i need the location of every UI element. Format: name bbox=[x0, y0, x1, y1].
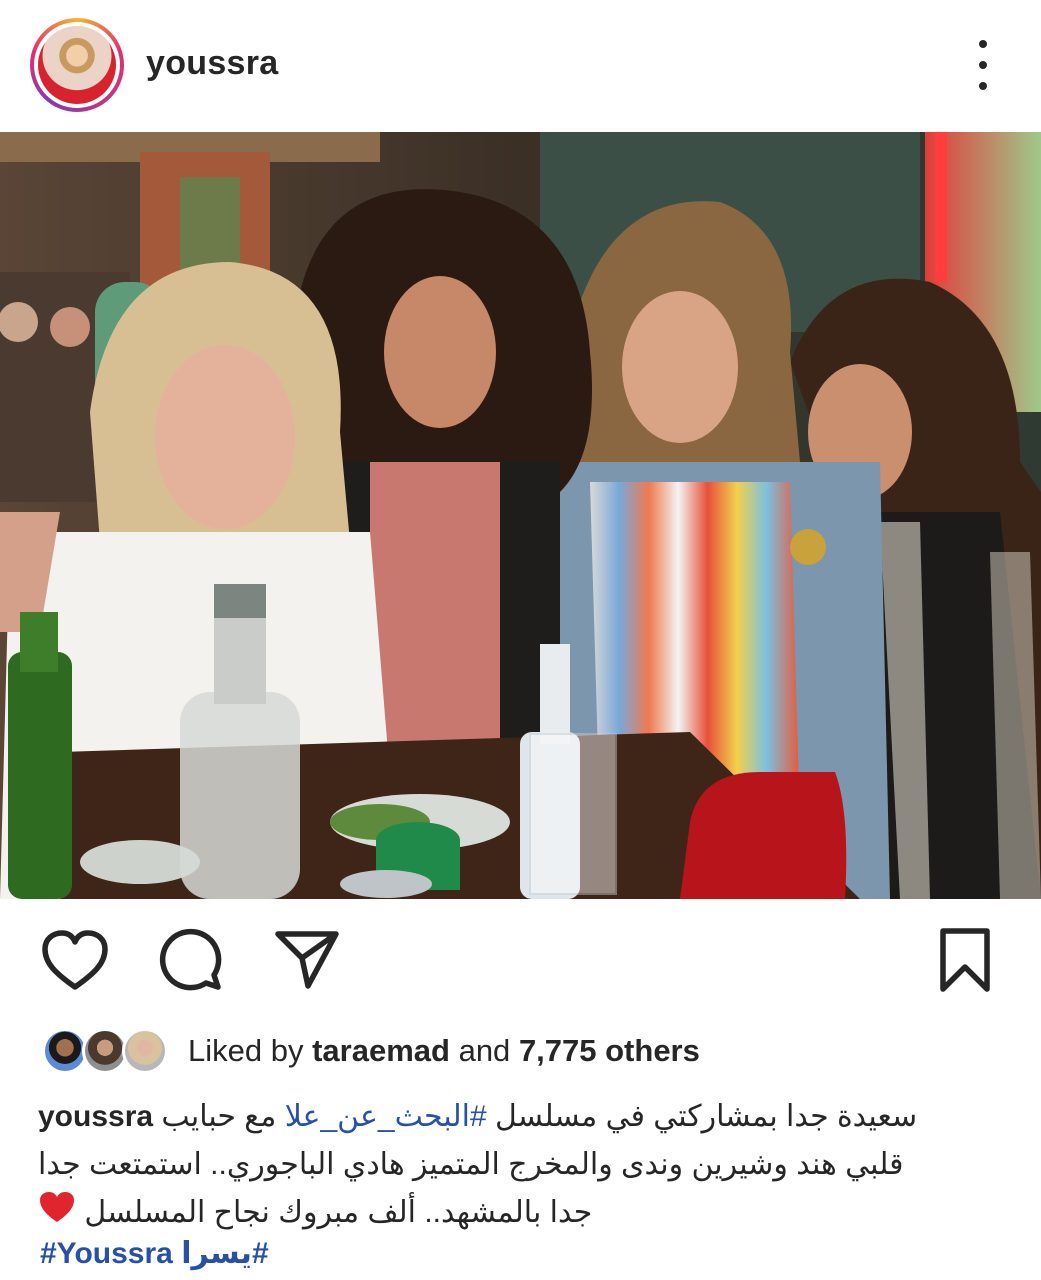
caption-text-1a: سعيدة جدا بمشاركتي في مسلسل bbox=[494, 1100, 918, 1133]
caption-text-3: جدا بالمشهد.. ألف مبروك نجاح المسلسل bbox=[84, 1196, 593, 1229]
caption-text-1b: مع حبايب bbox=[161, 1100, 277, 1133]
caption: youssra سعيدة جدا بمشاركتي في مسلسل #الب… bbox=[38, 1093, 998, 1239]
caption-line-2: قلبي هند وشيرين وندى والمخرج المتميز هاد… bbox=[38, 1148, 904, 1181]
action-bar bbox=[0, 925, 1041, 995]
red-heart-emoji bbox=[38, 1190, 76, 1239]
liker-avatar bbox=[122, 1028, 168, 1074]
heart-icon[interactable] bbox=[40, 925, 110, 995]
profile-avatar-image bbox=[38, 26, 116, 104]
caption-hashtags: #Youssra #يسرا bbox=[40, 1236, 269, 1271]
post-photo[interactable] bbox=[0, 132, 1041, 899]
liker-username[interactable]: taraemad bbox=[312, 1033, 450, 1068]
caption-line-1: youssra سعيدة جدا بمشاركتي في مسلسل #الب… bbox=[38, 1093, 998, 1141]
likes-text: Liked by taraemad and 7,775 others bbox=[188, 1033, 700, 1069]
post-photo-illustration bbox=[0, 132, 1041, 899]
hashtag-youssra-ar[interactable]: #يسرا bbox=[181, 1237, 268, 1270]
likes-count[interactable]: 7,775 others bbox=[519, 1033, 700, 1068]
comment-icon[interactable] bbox=[156, 925, 226, 995]
post-header: youssra bbox=[0, 0, 1041, 132]
likes-row[interactable]: Liked by taraemad and 7,775 others bbox=[42, 1024, 700, 1078]
caption-username[interactable]: youssra bbox=[38, 1100, 153, 1133]
bookmark-icon[interactable] bbox=[930, 925, 1000, 995]
profile-avatar[interactable] bbox=[30, 18, 124, 112]
more-vertical-icon[interactable] bbox=[968, 40, 998, 90]
hashtag-youssra-en[interactable]: #Youssra bbox=[40, 1237, 173, 1270]
liker-avatars bbox=[42, 1026, 168, 1076]
share-icon[interactable] bbox=[272, 925, 342, 995]
caption-hashtag-series[interactable]: #البحث_عن_علا bbox=[285, 1100, 487, 1133]
likes-prefix: Liked by bbox=[188, 1033, 304, 1068]
caption-line-3: جدا بالمشهد.. ألف مبروك نجاح المسلسل bbox=[38, 1189, 998, 1239]
post-username[interactable]: youssra bbox=[146, 44, 279, 83]
likes-connector: and bbox=[458, 1033, 511, 1068]
